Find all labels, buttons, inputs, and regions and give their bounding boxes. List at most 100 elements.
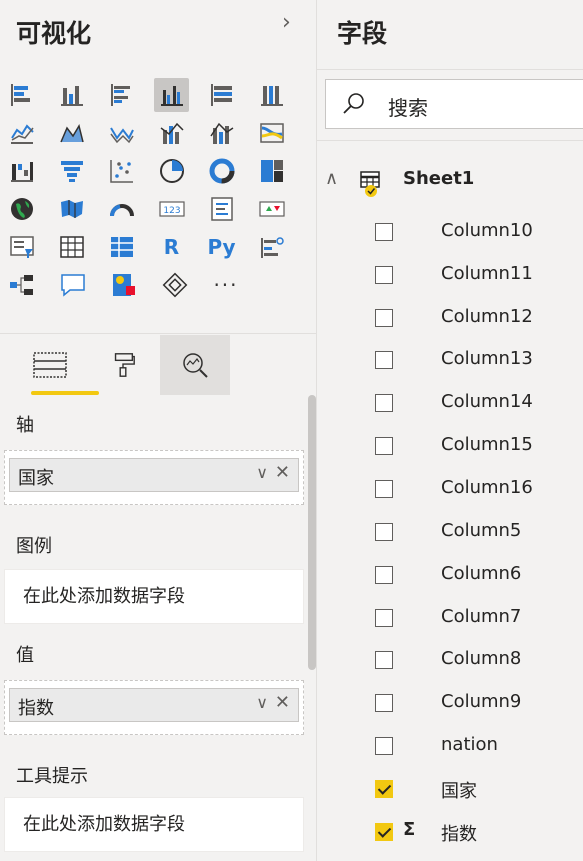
close-icon[interactable]: ✕ — [275, 692, 290, 713]
field-item[interactable]: Column9 — [375, 685, 575, 725]
chevron-down-icon[interactable]: ∨ — [256, 463, 268, 482]
chevron-right-icon[interactable]: › — [282, 10, 291, 35]
visual-row — [4, 114, 304, 152]
values-field-pill[interactable]: 指数 ∨ ✕ — [9, 688, 299, 722]
fields-tab[interactable] — [15, 335, 99, 395]
table-icon[interactable] — [54, 230, 89, 264]
field-item[interactable]: Column12 — [375, 300, 575, 340]
waterfall-chart-icon[interactable] — [4, 154, 39, 188]
search-input[interactable]: 搜索 — [325, 79, 583, 129]
map-icon[interactable] — [4, 192, 39, 226]
field-checkbox[interactable] — [375, 437, 393, 455]
field-item[interactable]: Column15 — [375, 428, 575, 468]
python-visual-icon[interactable]: Py — [204, 230, 239, 264]
field-checkbox[interactable] — [375, 523, 393, 541]
r-visual-icon[interactable]: R — [154, 230, 189, 264]
ribbon-chart-icon[interactable] — [254, 116, 289, 150]
matrix-icon[interactable] — [104, 230, 139, 264]
card-icon[interactable]: 123 — [154, 192, 189, 226]
table-node-sheet1[interactable]: ∧ Sheet1 — [325, 168, 575, 197]
field-item[interactable]: Column14 — [375, 385, 575, 425]
field-checkbox[interactable] — [375, 694, 393, 712]
scrollbar[interactable] — [308, 395, 316, 670]
key-influencers-icon[interactable] — [254, 230, 289, 264]
field-checkbox[interactable] — [375, 480, 393, 498]
axis-field-name: 国家 — [18, 468, 54, 489]
close-icon[interactable]: ✕ — [275, 462, 290, 483]
funnel-icon[interactable] — [54, 154, 89, 188]
values-label: 值 — [16, 645, 34, 666]
decomposition-tree-icon[interactable] — [4, 268, 40, 302]
treemap-icon[interactable] — [254, 154, 289, 188]
field-item[interactable]: Column5 — [375, 514, 575, 554]
field-label: Column13 — [441, 348, 533, 369]
field-checkbox[interactable] — [375, 823, 393, 841]
analytics-tab[interactable] — [160, 335, 230, 395]
tooltips-placeholder: 在此处添加数据字段 — [23, 814, 185, 835]
axis-field-pill[interactable]: 国家 ∨ ✕ — [9, 458, 299, 492]
gauge-icon[interactable] — [104, 192, 139, 226]
section-divider — [317, 69, 583, 70]
field-item[interactable]: Σ 指数 — [375, 814, 575, 854]
more-visuals-icon[interactable]: ··· — [208, 268, 244, 302]
field-checkbox[interactable] — [375, 351, 393, 369]
field-item[interactable]: Column7 — [375, 600, 575, 640]
axis-well[interactable]: 国家 ∨ ✕ — [4, 450, 304, 505]
field-label: Column6 — [441, 563, 522, 584]
field-item[interactable]: Column8 — [375, 642, 575, 682]
field-checkbox[interactable] — [375, 780, 393, 798]
legend-well[interactable]: 在此处添加数据字段 — [4, 569, 304, 624]
format-tab[interactable] — [88, 335, 158, 395]
field-label: Column12 — [441, 306, 533, 327]
stacked-bar-chart-icon[interactable] — [4, 78, 39, 112]
scatter-chart-icon[interactable] — [104, 154, 139, 188]
100-stacked-column-chart-icon[interactable] — [254, 78, 289, 112]
filled-map-icon[interactable] — [54, 192, 89, 226]
field-checkbox[interactable] — [375, 223, 393, 241]
chevron-up-icon[interactable]: ∧ — [325, 168, 338, 189]
visual-row: ··· — [4, 266, 304, 304]
field-checkbox[interactable] — [375, 651, 393, 669]
field-item[interactable]: Column13 — [375, 342, 575, 382]
100-stacked-bar-chart-icon[interactable] — [204, 78, 239, 112]
field-checkbox[interactable] — [375, 309, 393, 327]
kpi-icon[interactable] — [254, 192, 289, 226]
power-apps-icon[interactable] — [157, 268, 193, 302]
smart-narrative-icon[interactable] — [106, 268, 142, 302]
line-clustered-column-icon[interactable] — [154, 116, 189, 150]
field-item[interactable]: Column6 — [375, 557, 575, 597]
analytics-magnifier-icon — [183, 353, 208, 378]
values-well[interactable]: 指数 ∨ ✕ — [4, 680, 304, 735]
field-checkbox[interactable] — [375, 609, 393, 627]
qa-icon[interactable] — [55, 268, 91, 302]
field-item[interactable]: Column10 — [375, 214, 575, 254]
stacked-area-chart-icon[interactable] — [104, 116, 139, 150]
slicer-icon[interactable] — [4, 230, 39, 264]
pie-chart-icon[interactable] — [154, 154, 189, 188]
field-checkbox[interactable] — [375, 566, 393, 584]
stacked-column-chart-icon[interactable] — [54, 78, 89, 112]
field-label: Column7 — [441, 606, 522, 627]
clustered-bar-chart-icon[interactable] — [104, 78, 139, 112]
field-item[interactable]: 国家 — [375, 771, 575, 811]
field-item[interactable]: Column16 — [375, 471, 575, 511]
tooltips-well[interactable]: 在此处添加数据字段 — [4, 797, 304, 852]
clustered-column-chart-icon[interactable] — [154, 78, 189, 112]
fields-pane: 字段 搜索 ∧ Sheet1 Column10 Column11 Column1… — [317, 0, 583, 861]
axis-label: 轴 — [16, 415, 34, 436]
search-icon — [343, 93, 364, 114]
field-label: 指数 — [441, 824, 477, 845]
values-field-name: 指数 — [18, 698, 54, 719]
field-checkbox[interactable] — [375, 737, 393, 755]
chevron-down-icon[interactable]: ∨ — [256, 693, 268, 712]
field-checkbox[interactable] — [375, 394, 393, 412]
paint-roller-icon — [114, 353, 135, 377]
field-item[interactable]: Column11 — [375, 257, 575, 297]
donut-chart-icon[interactable] — [204, 154, 239, 188]
area-chart-icon[interactable] — [54, 116, 89, 150]
field-checkbox[interactable] — [375, 266, 393, 284]
line-chart-icon[interactable] — [4, 116, 39, 150]
field-item[interactable]: nation — [375, 728, 575, 768]
multi-row-card-icon[interactable] — [204, 192, 239, 226]
line-stacked-column-icon[interactable] — [204, 116, 239, 150]
